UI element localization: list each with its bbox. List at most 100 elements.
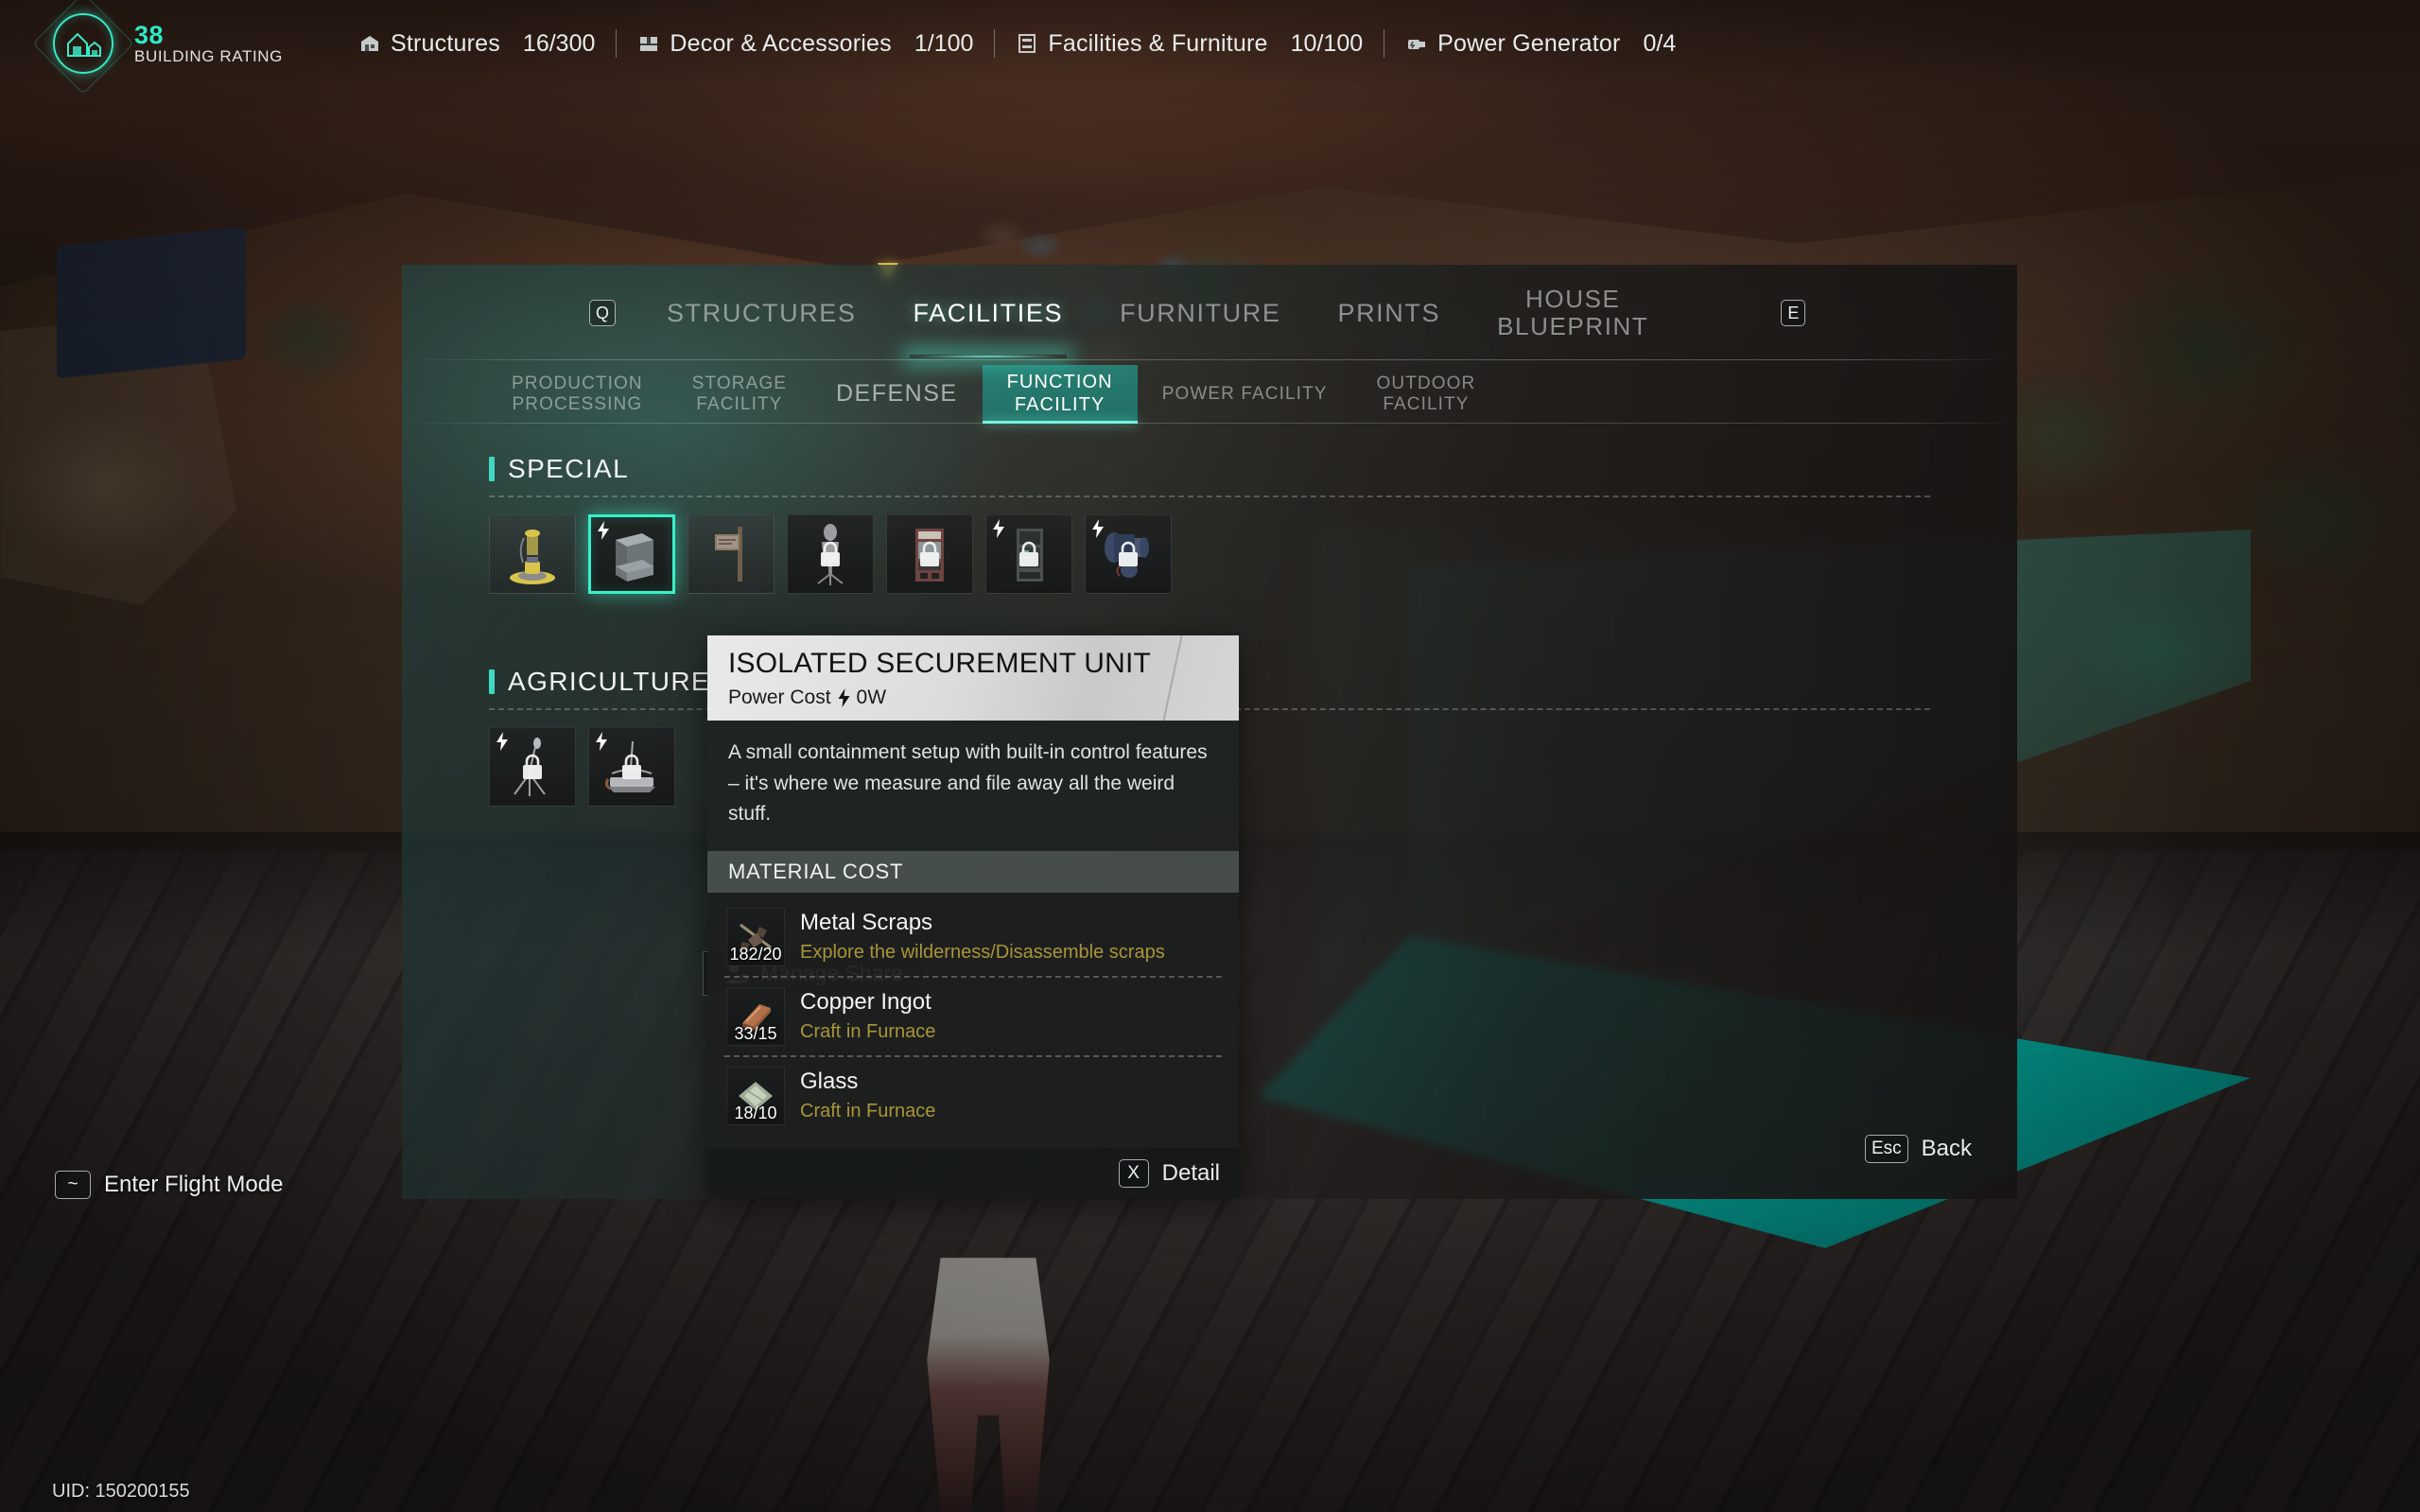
tab-structures[interactable]: STRUCTURES bbox=[638, 299, 885, 326]
material-text: Glass Craft in Furnace bbox=[800, 1067, 935, 1124]
power-bolt-icon bbox=[993, 519, 1004, 538]
building-rating-value: 38 bbox=[134, 20, 165, 49]
material-name: Metal Scraps bbox=[800, 910, 933, 936]
hud-stat-value: 10/100 bbox=[1290, 29, 1364, 57]
material-name: Glass bbox=[800, 1069, 859, 1095]
subtab-storage-facility[interactable]: STORAGE FACILITY bbox=[668, 365, 811, 424]
hud-stat-value: 0/4 bbox=[1643, 29, 1677, 57]
flight-mode-hint[interactable]: ~ Enter Flight Mode bbox=[55, 1171, 283, 1199]
material-icon-slot: 18/10 bbox=[726, 1067, 785, 1126]
beacon-lamp-thumbnail bbox=[510, 530, 555, 584]
wall-sign-thumbnail bbox=[715, 527, 742, 582]
decor-icon bbox=[640, 37, 658, 51]
structures-icon bbox=[360, 36, 378, 51]
detail-label: Detail bbox=[1161, 1160, 1220, 1187]
hud-stat-label: Decor & Accessories bbox=[670, 29, 892, 57]
subcategory-tabs: PRODUCTION PROCESSING STORAGE FACILITY D… bbox=[487, 365, 1500, 424]
material-count: 33/15 bbox=[734, 1024, 777, 1044]
subtab-function-facility[interactable]: FUNCTION FACILITY bbox=[982, 365, 1138, 424]
hud-stat-facilities: Facilities & Furniture 10/100 bbox=[995, 30, 1384, 58]
lock-icon bbox=[1019, 541, 1038, 566]
tooltip-power-cost: Power Cost 0W bbox=[728, 686, 1220, 709]
material-row: 33/15 Copper Ingot Craft in Furnace bbox=[724, 976, 1222, 1055]
tooltip-header: ISOLATED SECUREMENT UNIT Power Cost 0W bbox=[707, 635, 1239, 721]
hud-stats: Structures 16/300 Decor & Accessories 1/… bbox=[338, 29, 1697, 58]
power-bolt-icon bbox=[598, 521, 609, 540]
material-cost-header: MATERIAL COST bbox=[707, 851, 1239, 894]
item-slot-sprinkler-tripod[interactable] bbox=[489, 727, 576, 807]
hud-stat-value: 1/100 bbox=[914, 29, 974, 57]
lock-icon bbox=[920, 541, 939, 566]
category-tab-bar: Q STRUCTURES FACILITIES FURNITURE PRINTS… bbox=[402, 265, 2017, 361]
tab-furniture[interactable]: FURNITURE bbox=[1091, 299, 1309, 326]
tab-prints[interactable]: PRINTS bbox=[1309, 299, 1469, 326]
hud-stat-label: Structures bbox=[390, 29, 500, 57]
top-hud: 38 BUILDING RATING Structures 16/300 Dec… bbox=[0, 0, 2420, 95]
group-divider bbox=[489, 495, 1930, 497]
tooltip-title: ISOLATED SECUREMENT UNIT bbox=[728, 648, 1152, 679]
item-slot-beacon-lamp[interactable] bbox=[489, 514, 576, 594]
item-slot-grow-bed[interactable] bbox=[588, 727, 675, 807]
material-row: 18/10 Glass Craft in Furnace bbox=[724, 1055, 1222, 1135]
hud-stat-decor: Decor & Accessories 1/100 bbox=[617, 30, 994, 58]
item-slot-server-rack[interactable] bbox=[985, 514, 1072, 594]
group-agriculture-title: AGRICULTURE bbox=[508, 667, 711, 696]
lock-icon bbox=[1119, 541, 1138, 566]
detail-keycap[interactable]: X bbox=[1118, 1159, 1149, 1189]
power-cost-value: 0W bbox=[856, 686, 887, 709]
game-screen: 38 BUILDING RATING Structures 16/300 Dec… bbox=[0, 0, 2420, 1512]
power-bolt-icon bbox=[1092, 519, 1104, 538]
tooltip-description: A small containment setup with built-in … bbox=[728, 741, 1208, 826]
back-hint[interactable]: Esc Back bbox=[1864, 1135, 1972, 1163]
item-slot-mannequin-stand[interactable] bbox=[787, 514, 874, 594]
tab-bar-underline bbox=[402, 359, 2017, 360]
item-slot-industrial-motor[interactable] bbox=[1085, 514, 1172, 594]
subtab-bar-underline bbox=[402, 423, 2017, 424]
power-generator-icon bbox=[1408, 40, 1426, 49]
group-accent-bar bbox=[489, 669, 495, 694]
item-slot-arcade-cabinet[interactable] bbox=[886, 514, 973, 594]
hud-stat-label: Facilities & Furniture bbox=[1048, 29, 1268, 57]
material-icon-slot: 182/20 bbox=[726, 908, 785, 967]
subtab-production-processing[interactable]: PRODUCTION PROCESSING bbox=[487, 365, 668, 424]
tooltip-body: A small containment setup with built-in … bbox=[707, 721, 1239, 852]
material-text: Metal Scraps Explore the wilderness/Disa… bbox=[800, 908, 1165, 965]
material-text: Copper Ingot Craft in Furnace bbox=[800, 987, 935, 1045]
next-tab-keycap[interactable]: E bbox=[1781, 300, 1806, 326]
esc-keycap[interactable]: Esc bbox=[1864, 1135, 1908, 1163]
material-source: Craft in Furnace bbox=[800, 1100, 936, 1121]
tab-house-blueprint[interactable]: HOUSE BLUEPRINT bbox=[1469, 285, 1677, 340]
facilities-icon bbox=[1018, 34, 1036, 53]
item-slot-isolated-securement-unit[interactable] bbox=[588, 514, 675, 594]
lock-icon bbox=[821, 541, 840, 566]
material-row: 182/20 Metal Scraps Explore the wilderne… bbox=[724, 898, 1222, 976]
material-count: 18/10 bbox=[734, 1104, 777, 1123]
material-source: Explore the wilderness/Disassemble scrap… bbox=[800, 941, 1165, 963]
group-accent-bar bbox=[489, 457, 495, 481]
hud-stat-value: 16/300 bbox=[522, 29, 596, 57]
tab-facilities[interactable]: FACILITIES bbox=[885, 299, 1092, 359]
subtab-outdoor-facility[interactable]: OUTDOOR FACILITY bbox=[1352, 365, 1501, 424]
hud-stat-power-generator: Power Generator 0/4 bbox=[1384, 30, 1697, 58]
building-rating-label: BUILDING RATING bbox=[134, 47, 283, 66]
lock-icon bbox=[622, 754, 641, 779]
item-slot-wall-sign[interactable] bbox=[688, 514, 775, 594]
prev-tab-keycap[interactable]: Q bbox=[589, 300, 617, 326]
special-item-slots bbox=[489, 514, 2017, 594]
subcategory-tab-bar: PRODUCTION PROCESSING STORAGE FACILITY D… bbox=[402, 365, 2017, 424]
subtab-power-facility[interactable]: POWER FACILITY bbox=[1138, 365, 1352, 424]
hud-stat-label: Power Generator bbox=[1437, 29, 1621, 57]
house-icon bbox=[67, 32, 101, 57]
subtab-defense[interactable]: DEFENSE bbox=[811, 365, 983, 424]
group-special: SPECIAL bbox=[402, 454, 2017, 594]
material-name: Copper Ingot bbox=[800, 989, 931, 1016]
flight-mode-keycap[interactable]: ~ bbox=[55, 1171, 91, 1199]
lock-icon bbox=[523, 754, 542, 779]
item-detail-tooltip: ISOLATED SECUREMENT UNIT Power Cost 0W A… bbox=[707, 635, 1239, 1200]
back-label: Back bbox=[1921, 1136, 1972, 1161]
group-special-title: SPECIAL bbox=[508, 454, 630, 483]
power-bolt-icon bbox=[496, 732, 508, 751]
material-cost-list: 182/20 Metal Scraps Explore the wilderne… bbox=[707, 893, 1239, 1149]
power-cost-label: Power Cost bbox=[728, 686, 831, 709]
material-icon-slot: 33/15 bbox=[726, 987, 785, 1047]
